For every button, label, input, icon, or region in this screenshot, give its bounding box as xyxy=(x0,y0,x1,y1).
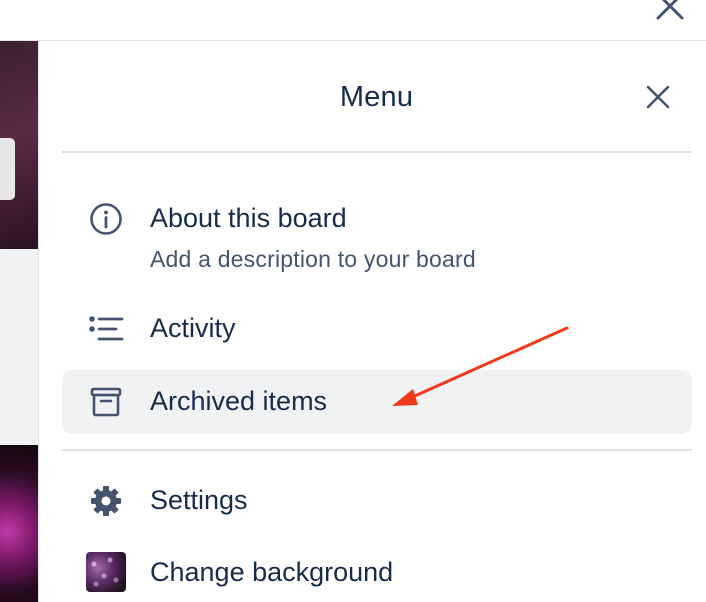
menu-title: Menu xyxy=(339,81,414,113)
close-icon[interactable] xyxy=(652,0,688,24)
board-menu-panel: Menu About this board Add a description … xyxy=(39,41,706,602)
menu-item-change-background[interactable]: Change background xyxy=(62,543,692,602)
divider xyxy=(62,449,692,451)
gear-icon xyxy=(88,483,124,519)
menu-item-about-board[interactable]: About this board Add a description to yo… xyxy=(62,191,692,281)
activity-list-icon xyxy=(88,311,124,347)
info-icon xyxy=(88,201,124,237)
top-bar xyxy=(0,0,706,41)
divider xyxy=(62,151,692,153)
menu-item-activity[interactable]: Activity xyxy=(62,299,692,359)
board-list-edge[interactable] xyxy=(0,138,15,200)
trello-board-screen: Menu About this board Add a description … xyxy=(0,0,706,602)
menu-item-label: Change background xyxy=(150,557,394,587)
board-background-image xyxy=(0,445,38,602)
menu-item-label: Settings xyxy=(150,485,248,515)
menu-item-label: About this board xyxy=(150,203,347,233)
menu-item-settings[interactable]: Settings xyxy=(62,471,692,531)
menu-item-archived-items[interactable]: Archived items xyxy=(62,370,692,434)
archive-box-icon xyxy=(88,384,124,420)
menu-item-label: Activity xyxy=(150,313,236,343)
board-background-strip xyxy=(0,41,39,602)
background-thumbnail xyxy=(86,552,126,592)
menu-item-label: Archived items xyxy=(150,386,328,416)
close-icon[interactable] xyxy=(642,81,674,113)
menu-item-description: Add a description to your board xyxy=(150,246,476,272)
board-canvas xyxy=(0,249,38,445)
